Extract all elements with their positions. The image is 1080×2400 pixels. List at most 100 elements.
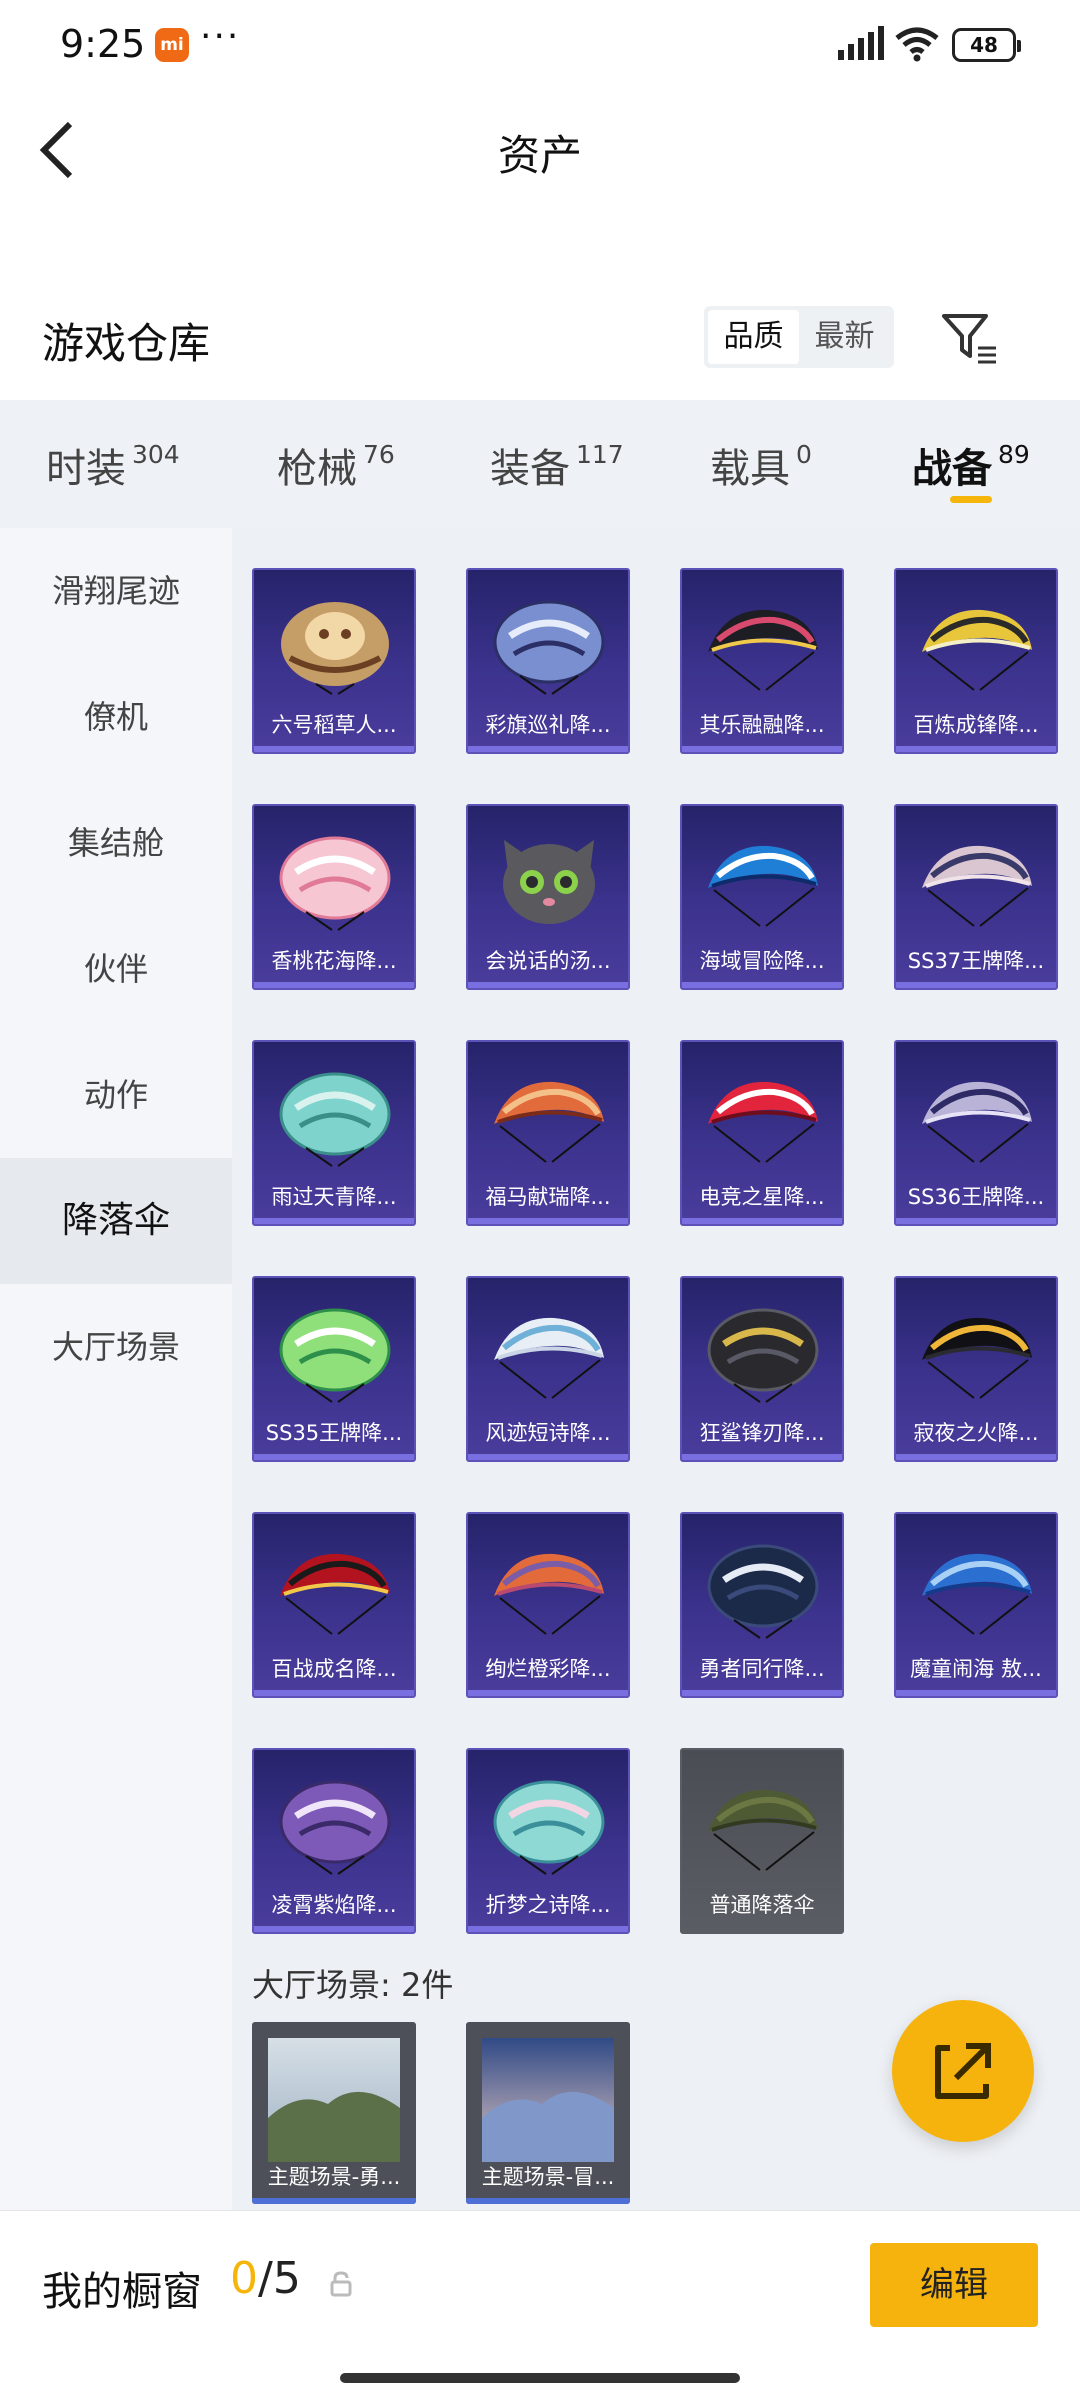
parachute-item[interactable]: 凌霄紫焰降...: [252, 1748, 416, 1934]
sidebar-item-assembly-pod[interactable]: 集结舱: [0, 780, 232, 906]
rarity-bar: [896, 982, 1056, 988]
item-art-icon: [493, 600, 605, 695]
tab-count: 89: [998, 440, 1030, 469]
item-art-icon: [922, 1081, 1032, 1163]
lobby-scene-item[interactable]: 主题场景-勇...: [252, 2022, 416, 2204]
tab-equipment[interactable]: 装备 117: [490, 436, 624, 494]
parachute-item[interactable]: 勇者同行降...: [680, 1512, 844, 1698]
parachute-item[interactable]: 魔童闹海 敖...: [894, 1512, 1058, 1698]
parachute-item[interactable]: 寂夜之火降...: [894, 1276, 1058, 1462]
status-bar: 9:25 mi ··· 48: [0, 0, 1080, 90]
parachute-item[interactable]: 百炼成锋降...: [894, 568, 1058, 754]
parachute-item[interactable]: 其乐融融降...: [680, 568, 844, 754]
rarity-bar: [682, 1218, 842, 1224]
item-name: 其乐融融降...: [699, 713, 825, 737]
sidebar-item-lobby-scene[interactable]: 大厅场景: [0, 1284, 232, 1410]
item-art-icon: [279, 1308, 391, 1403]
lobby-scene-item[interactable]: 主题场景-冒...: [466, 2022, 630, 2204]
item-art-icon: [494, 1317, 604, 1399]
item-art-icon: [280, 1553, 390, 1635]
parachute-item[interactable]: 六号稻草人...: [252, 568, 416, 754]
item-art-icon: [922, 609, 1032, 691]
item-name: 普通降落伞: [709, 1893, 815, 1917]
sidebar-item-parachute[interactable]: 降落伞: [0, 1158, 232, 1284]
parachute-item[interactable]: 会说话的汤...: [466, 804, 630, 990]
page-title: 资产: [497, 131, 582, 180]
item-art-icon: [279, 836, 391, 931]
sort-quality-button[interactable]: 品质: [708, 310, 799, 364]
item-art-icon: [708, 609, 818, 691]
sidebar-item-companion[interactable]: 伙伴: [0, 906, 232, 1032]
parachute-item[interactable]: 百战成名降...: [252, 1512, 416, 1698]
rarity-bar: [896, 1690, 1056, 1696]
showcase-footer: 我的橱窗 0/5 编辑: [0, 2210, 1080, 2400]
item-name: 海域冒险降...: [699, 949, 825, 973]
rarity-bar: [252, 2198, 416, 2204]
tab-weapons[interactable]: 枪械 76: [277, 436, 395, 494]
tab-count: 304: [132, 440, 180, 469]
item-name: 雨过天青降...: [271, 1185, 397, 1209]
item-name: 会说话的汤...: [485, 949, 611, 973]
tab-count: 117: [576, 440, 624, 469]
sidebar-item-wingman[interactable]: 僚机: [0, 654, 232, 780]
tab-label: 时装: [46, 446, 126, 492]
parachute-item[interactable]: 折梦之诗降...: [466, 1748, 630, 1934]
tab-label: 战备: [912, 446, 992, 492]
battery-icon: 48: [952, 28, 1021, 62]
rarity-bar: [468, 746, 628, 752]
rarity-bar: [896, 746, 1056, 752]
rarity-bar: [682, 746, 842, 752]
item-art-icon: [708, 1789, 818, 1871]
home-indicator: [340, 2373, 740, 2383]
parachute-item[interactable]: 狂鲨锋刃降...: [680, 1276, 844, 1462]
item-name: 六号稻草人...: [271, 713, 397, 737]
parachute-item[interactable]: 普通降落伞: [680, 1748, 844, 1934]
filter-icon[interactable]: [940, 310, 1000, 366]
lock-icon: [330, 2271, 352, 2297]
parachute-item[interactable]: SS35王牌降...: [252, 1276, 416, 1462]
tab-fashion[interactable]: 时装 304: [46, 436, 180, 494]
scene-name: 主题场景-冒...: [481, 2165, 615, 2189]
rarity-bar: [254, 1454, 414, 1460]
share-button[interactable]: [892, 2000, 1034, 2142]
parachute-item[interactable]: 福马献瑞降...: [466, 1040, 630, 1226]
parachute-item[interactable]: 香桃花海降...: [252, 804, 416, 990]
item-name: 绚烂橙彩降...: [485, 1657, 611, 1681]
category-tabs: 时装 304 枪械 76 装备 117 载具 0 战备 89: [0, 400, 1080, 528]
rarity-bar: [254, 1690, 414, 1696]
item-name: 风迹短诗降...: [485, 1421, 611, 1445]
top-bar: 资产: [0, 90, 1080, 210]
item-art-icon: [494, 1081, 604, 1163]
item-name: 狂鲨锋刃降...: [699, 1421, 825, 1445]
signal-icon: [838, 26, 884, 60]
parachute-item[interactable]: 绚烂橙彩降...: [466, 1512, 630, 1698]
scene-name: 主题场景-勇...: [267, 2165, 401, 2189]
item-name: 百炼成锋降...: [913, 713, 1039, 737]
parachute-item[interactable]: 彩旗巡礼降...: [466, 568, 630, 754]
parachute-item[interactable]: 海域冒险降...: [680, 804, 844, 990]
parachute-item[interactable]: SS36王牌降...: [894, 1040, 1058, 1226]
sidebar-item-glide-trail[interactable]: 滑翔尾迹: [0, 528, 232, 654]
item-name: 香桃花海降...: [271, 949, 397, 973]
item-art-icon: [708, 1081, 818, 1163]
tab-label: 枪械: [277, 446, 357, 492]
item-name: 凌霄紫焰降...: [271, 1893, 397, 1917]
rarity-bar: [254, 1218, 414, 1224]
item-name: 魔童闹海 敖...: [910, 1657, 1042, 1681]
tab-label: 装备: [490, 446, 570, 492]
sort-newest-button[interactable]: 最新: [799, 310, 890, 364]
edit-button[interactable]: 编辑: [870, 2243, 1038, 2327]
item-name: 寂夜之火降...: [913, 1421, 1039, 1445]
parachute-item[interactable]: 电竞之星降...: [680, 1040, 844, 1226]
item-name: 百战成名降...: [271, 1657, 397, 1681]
parachute-item[interactable]: 雨过天青降...: [252, 1040, 416, 1226]
sidebar-item-emote[interactable]: 动作: [0, 1032, 232, 1158]
parachute-item[interactable]: 风迹短诗降...: [466, 1276, 630, 1462]
wifi-icon: [895, 27, 939, 62]
tab-battle-prep[interactable]: 战备 89: [912, 436, 1030, 494]
item-art-icon: [922, 1553, 1032, 1635]
rarity-bar: [254, 1926, 414, 1932]
parachute-item[interactable]: SS37王牌降...: [894, 804, 1058, 990]
tab-vehicles[interactable]: 载具 0: [710, 436, 812, 494]
scene-thumbnail: [482, 2038, 614, 2162]
